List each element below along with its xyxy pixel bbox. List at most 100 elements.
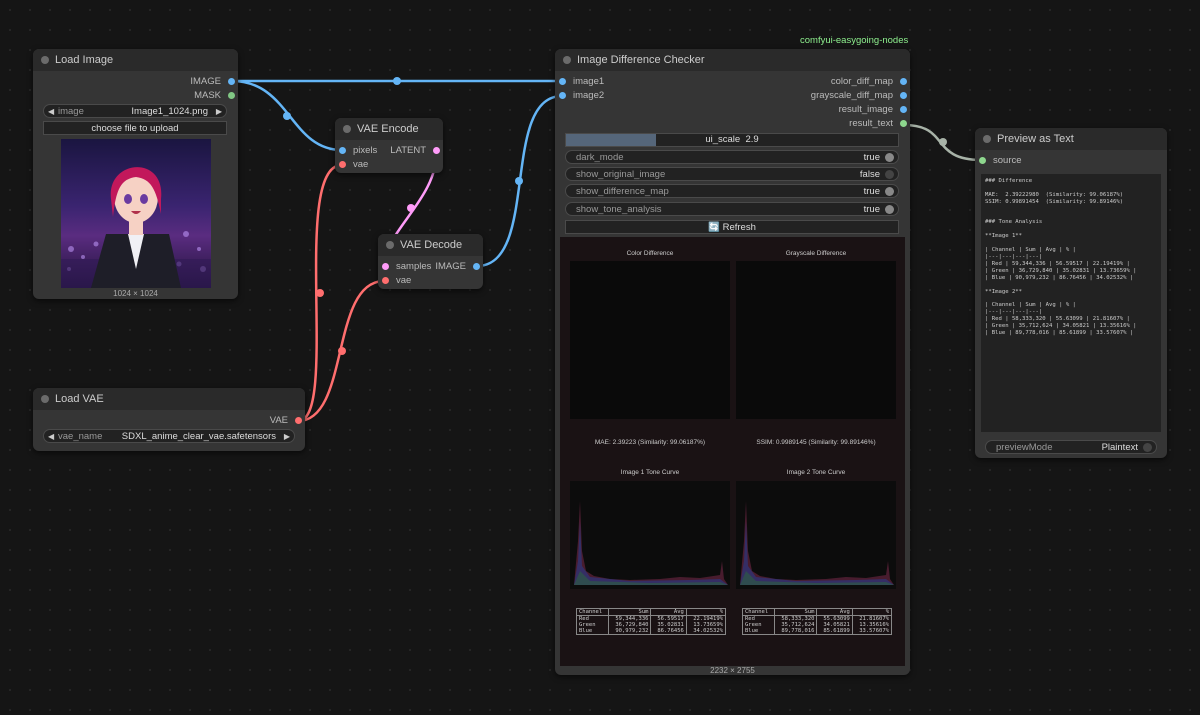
port-dot[interactable] <box>339 147 346 154</box>
port-label: IMAGE <box>190 76 221 87</box>
port-label: result_image <box>838 104 893 115</box>
node-collapse-dot[interactable] <box>41 395 49 403</box>
table-header: Channel <box>742 608 775 616</box>
input-image2-port[interactable]: image2 <box>559 90 604 102</box>
node-title-bar[interactable]: Load VAE <box>33 388 305 410</box>
output-color-diff-port[interactable]: color_diff_map <box>831 76 907 88</box>
preview-text-line: | Green | 35,712,624 | 34.05821 | 13.356… <box>985 323 1137 330</box>
preview-as-text-node[interactable]: Preview as Text source ### Difference MA… <box>975 128 1167 458</box>
output-image-port[interactable]: IMAGE <box>190 76 235 88</box>
input-vae-port[interactable]: vae <box>339 159 368 171</box>
load-vae-node[interactable]: Load VAE VAE ◀ vae_name SDXL_anime_clear… <box>33 388 305 451</box>
upload-button[interactable]: choose file to upload <box>43 121 227 135</box>
dark-mode-toggle[interactable]: dark_mode true <box>565 150 899 164</box>
preview-text-line: |---|---|---|---| <box>985 309 1043 316</box>
node-title: Load Image <box>55 54 114 66</box>
port-dot[interactable] <box>900 120 907 127</box>
node-collapse-dot[interactable] <box>41 56 49 64</box>
input-vae-port[interactable]: vae <box>382 275 411 287</box>
arrow-right-icon[interactable]: ▶ <box>216 105 222 119</box>
port-dot[interactable] <box>228 78 235 85</box>
node-title-bar[interactable]: VAE Decode <box>378 234 483 256</box>
toggle-knob[interactable] <box>1143 443 1152 452</box>
toggle-knob[interactable] <box>885 153 894 162</box>
color-diff-title: Color Difference <box>626 250 674 257</box>
toggle-knob[interactable] <box>885 170 894 179</box>
preview-text-area[interactable]: ### Difference MAE: 2.39222980 (Similari… <box>981 174 1161 432</box>
port-dot[interactable] <box>559 92 566 99</box>
refresh-button[interactable]: 🔄 Refresh <box>565 220 899 234</box>
output-latent-port[interactable]: LATENT <box>390 145 440 157</box>
node-collapse-dot[interactable] <box>386 241 394 249</box>
port-dot[interactable] <box>900 106 907 113</box>
preview-text-line <box>985 226 1157 233</box>
port-dot[interactable] <box>339 161 346 168</box>
toggle-knob[interactable] <box>885 187 894 196</box>
port-label: LATENT <box>390 145 426 156</box>
output-result-image-port[interactable]: result_image <box>839 104 907 116</box>
node-collapse-dot[interactable] <box>343 125 351 133</box>
image-difference-checker-node[interactable]: Image Difference Checker image1 image2 c… <box>555 49 910 675</box>
node-collapse-dot[interactable] <box>563 56 571 64</box>
port-label: color_diff_map <box>830 76 893 87</box>
table-header: Avg <box>816 608 853 616</box>
output-gray-diff-port[interactable]: grayscale_diff_map <box>811 90 907 102</box>
input-source-port[interactable]: source <box>979 155 1022 167</box>
arrow-left-icon[interactable]: ◀ <box>48 105 54 119</box>
output-vae-port[interactable]: VAE <box>270 415 302 427</box>
input-image1-port[interactable]: image1 <box>559 76 604 88</box>
wire-image-to-vae-encode <box>231 79 343 152</box>
table-cell: 59,344,336 36,729,840 90,979,232 <box>607 615 652 635</box>
vae-decode-node[interactable]: VAE Decode samples vae IMAGE <box>378 234 483 289</box>
output-mask-port[interactable]: MASK <box>194 90 235 102</box>
wire-midpoint <box>338 347 346 355</box>
input-samples-port[interactable]: samples <box>382 261 431 273</box>
port-label: pixels <box>353 145 378 156</box>
node-title-bar[interactable]: VAE Encode <box>335 118 443 140</box>
port-label: VAE <box>269 415 288 426</box>
preview-mode-toggle[interactable]: previewMode Plaintext <box>985 440 1157 454</box>
ui-scale-slider[interactable]: ui_scale 2.9 <box>565 133 899 147</box>
port-dot[interactable] <box>979 157 986 164</box>
image-combo[interactable]: ◀ image Image1_1024.png ▶ <box>43 104 227 118</box>
table-header: Avg <box>650 608 687 616</box>
table-header: Sum <box>607 608 652 616</box>
arrow-left-icon[interactable]: ◀ <box>48 430 54 444</box>
preview-text-line: | Red | 59,344,336 | 56.59517 | 22.19419… <box>985 260 1130 267</box>
show-difference-map-toggle[interactable]: show_difference_map true <box>565 184 899 198</box>
widget-value: true <box>863 186 880 197</box>
widget-label: previewMode <box>996 442 1053 453</box>
port-dot[interactable] <box>900 78 907 85</box>
load-image-node[interactable]: Load Image IMAGE MASK ◀ image Image1_102… <box>33 49 238 299</box>
widget-value: false <box>859 169 880 180</box>
output-image-port[interactable]: IMAGE <box>435 261 480 273</box>
wire-midpoint <box>939 138 947 146</box>
table-header: % <box>685 608 727 616</box>
port-dot[interactable] <box>559 78 566 85</box>
vae-name-combo[interactable]: ◀ vae_name SDXL_anime_clear_vae.safetens… <box>43 429 295 443</box>
node-title-bar[interactable]: Image Difference Checker <box>555 49 910 71</box>
vae-encode-node[interactable]: VAE Encode pixels vae LATENT <box>335 118 443 173</box>
preview-text-line: | Green | 36,729,840 | 35.02831 | 13.736… <box>985 267 1137 274</box>
arrow-right-icon[interactable]: ▶ <box>284 430 290 444</box>
node-title: Load VAE <box>55 393 104 405</box>
toggle-knob[interactable] <box>885 205 894 214</box>
table-cell: Red Green Blue <box>576 615 609 635</box>
port-dot[interactable] <box>382 277 389 284</box>
node-collapse-dot[interactable] <box>983 135 991 143</box>
port-dot[interactable] <box>228 92 235 99</box>
port-dot[interactable] <box>900 92 907 99</box>
node-title-bar[interactable]: Load Image <box>33 49 238 71</box>
port-label: image2 <box>573 90 605 101</box>
output-result-text-port[interactable]: result_text <box>849 118 907 130</box>
node-title-bar[interactable]: Preview as Text <box>975 128 1167 150</box>
input-pixels-port[interactable]: pixels <box>339 145 377 157</box>
port-dot[interactable] <box>473 263 480 270</box>
port-dot[interactable] <box>295 417 302 424</box>
show-original-image-toggle[interactable]: show_original_image false <box>565 167 899 181</box>
widget-value: Image1_1024.png <box>131 106 208 117</box>
show-tone-analysis-toggle[interactable]: show_tone_analysis true <box>565 202 899 216</box>
port-dot[interactable] <box>382 263 389 270</box>
widget-value: true <box>863 152 880 163</box>
port-dot[interactable] <box>433 147 440 154</box>
